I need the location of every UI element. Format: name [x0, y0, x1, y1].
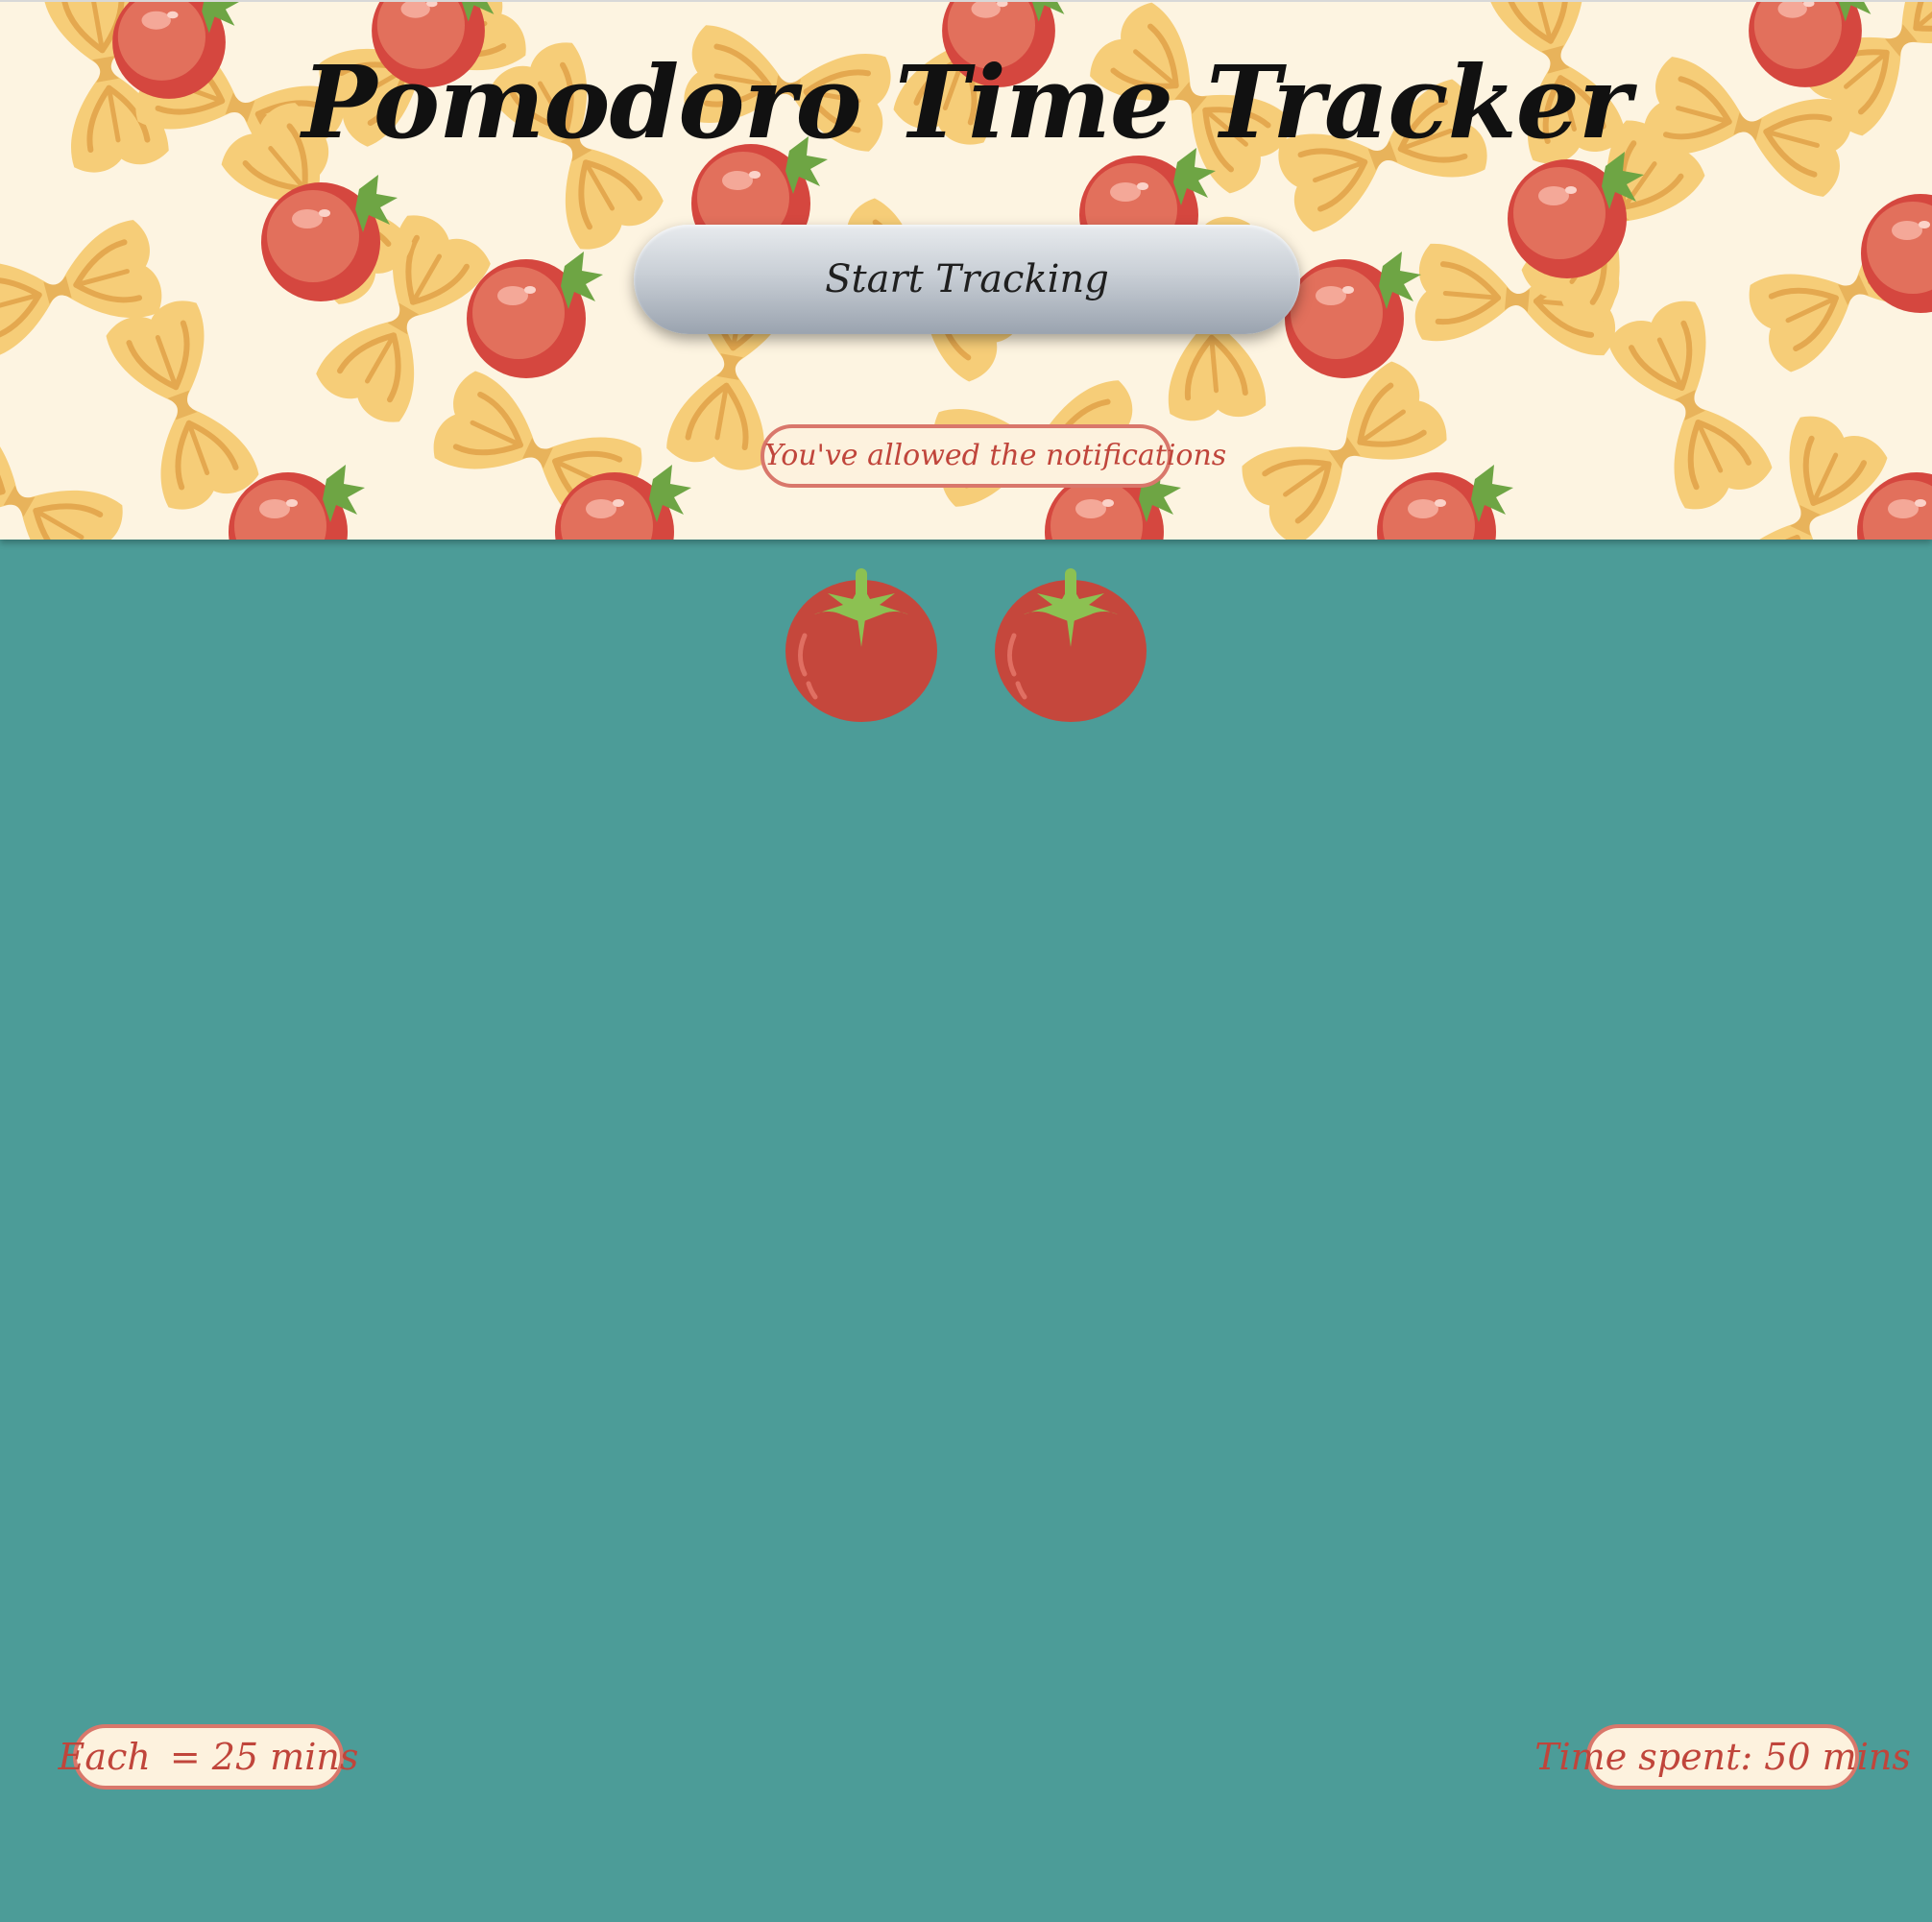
notification-status-badge: You've allowed the notifications	[761, 424, 1226, 488]
tomato-legend-badge: Each = 25 mins	[59, 1724, 358, 1790]
time-spent-badge: Time spent: 50 mins	[1534, 1724, 1911, 1790]
tomato-icon	[785, 568, 937, 722]
start-tracking-button[interactable]: Start Tracking	[634, 225, 1300, 334]
legend-prefix: Each	[58, 1736, 151, 1778]
page-title: Pomodoro Time Tracker	[302, 43, 1630, 161]
tomato-icon	[995, 568, 1147, 722]
legend-suffix: = 25 mins	[169, 1736, 359, 1778]
header-banner: Pomodoro Time Tracker Start Tracking You…	[0, 0, 1932, 540]
pomodoro-tomato-list	[0, 566, 1932, 725]
